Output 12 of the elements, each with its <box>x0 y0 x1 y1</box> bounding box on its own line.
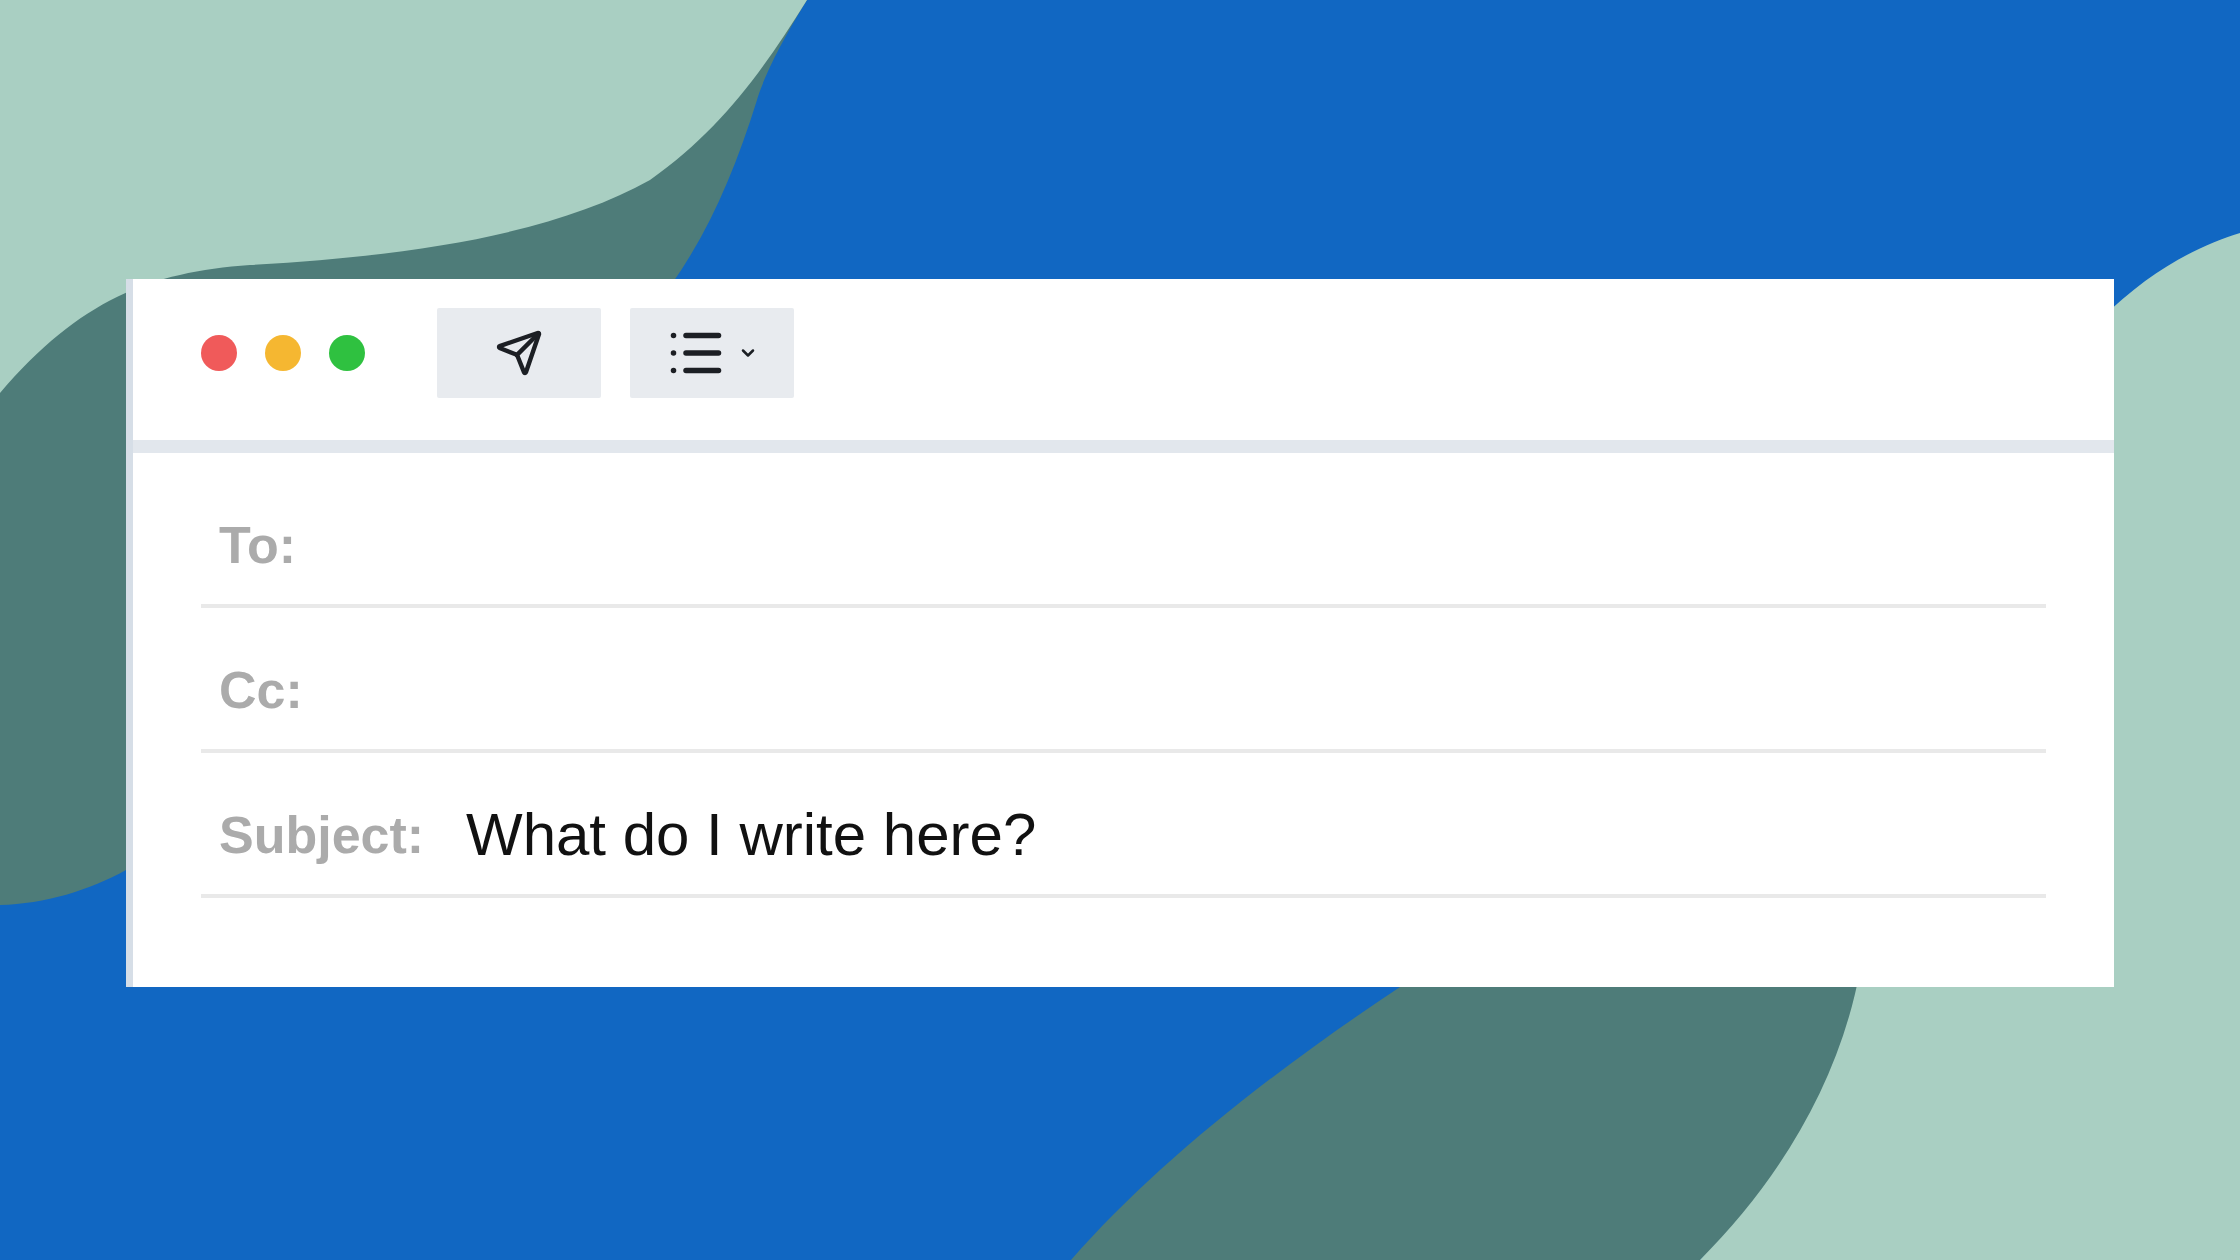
field-label: Cc: <box>219 660 304 721</box>
input-field[interactable]: Cc: <box>201 608 2046 753</box>
field-label: Subject: <box>219 805 426 866</box>
send-button[interactable] <box>437 307 601 398</box>
close-button[interactable] <box>201 334 237 371</box>
list-format-button[interactable] <box>630 307 794 398</box>
input-field[interactable]: To: <box>201 463 2046 608</box>
minimize-button[interactable] <box>265 334 301 371</box>
input-field[interactable]: Subject: What do I write here? <box>201 753 2046 898</box>
field-label: To: <box>219 515 297 576</box>
paper-plane-icon <box>495 328 543 377</box>
maximize-button[interactable] <box>329 334 365 371</box>
